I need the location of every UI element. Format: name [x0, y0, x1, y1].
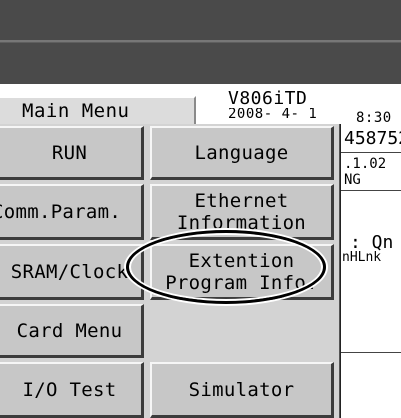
info-line-3: NG — [344, 172, 361, 188]
title-bar-area — [0, 0, 401, 84]
sram-clock-button[interactable]: SRAM/Clock — [0, 244, 144, 300]
comm-param-button[interactable]: Comm.Param. — [0, 184, 144, 240]
ethernet-information-button[interactable]: Ethernet Information — [150, 184, 334, 240]
io-test-button[interactable]: I/O Test — [0, 362, 144, 418]
info-line-2: .1.02 — [344, 156, 387, 172]
comm-param-label: Comm.Param. — [0, 200, 122, 223]
main-menu-tab[interactable]: Main Menu — [0, 96, 196, 126]
simulator-button[interactable]: Simulator — [150, 362, 334, 418]
info-line-5: nHLnk — [342, 250, 382, 265]
language-button[interactable]: Language — [150, 126, 334, 180]
title-bar-highlight — [0, 42, 401, 43]
date-display: 2008- 4- 1 — [228, 108, 318, 120]
run-button[interactable]: RUN — [0, 126, 144, 180]
extension-program-info-button[interactable]: Extention Program Info. — [150, 244, 334, 300]
card-menu-button[interactable]: Card Menu — [0, 304, 144, 358]
info-separator-2 — [341, 190, 401, 191]
info-separator-1 — [341, 152, 401, 153]
model-name: V806iTD — [228, 88, 308, 109]
info-separator-3 — [341, 352, 401, 353]
info-line-1: 458752 — [344, 128, 401, 149]
